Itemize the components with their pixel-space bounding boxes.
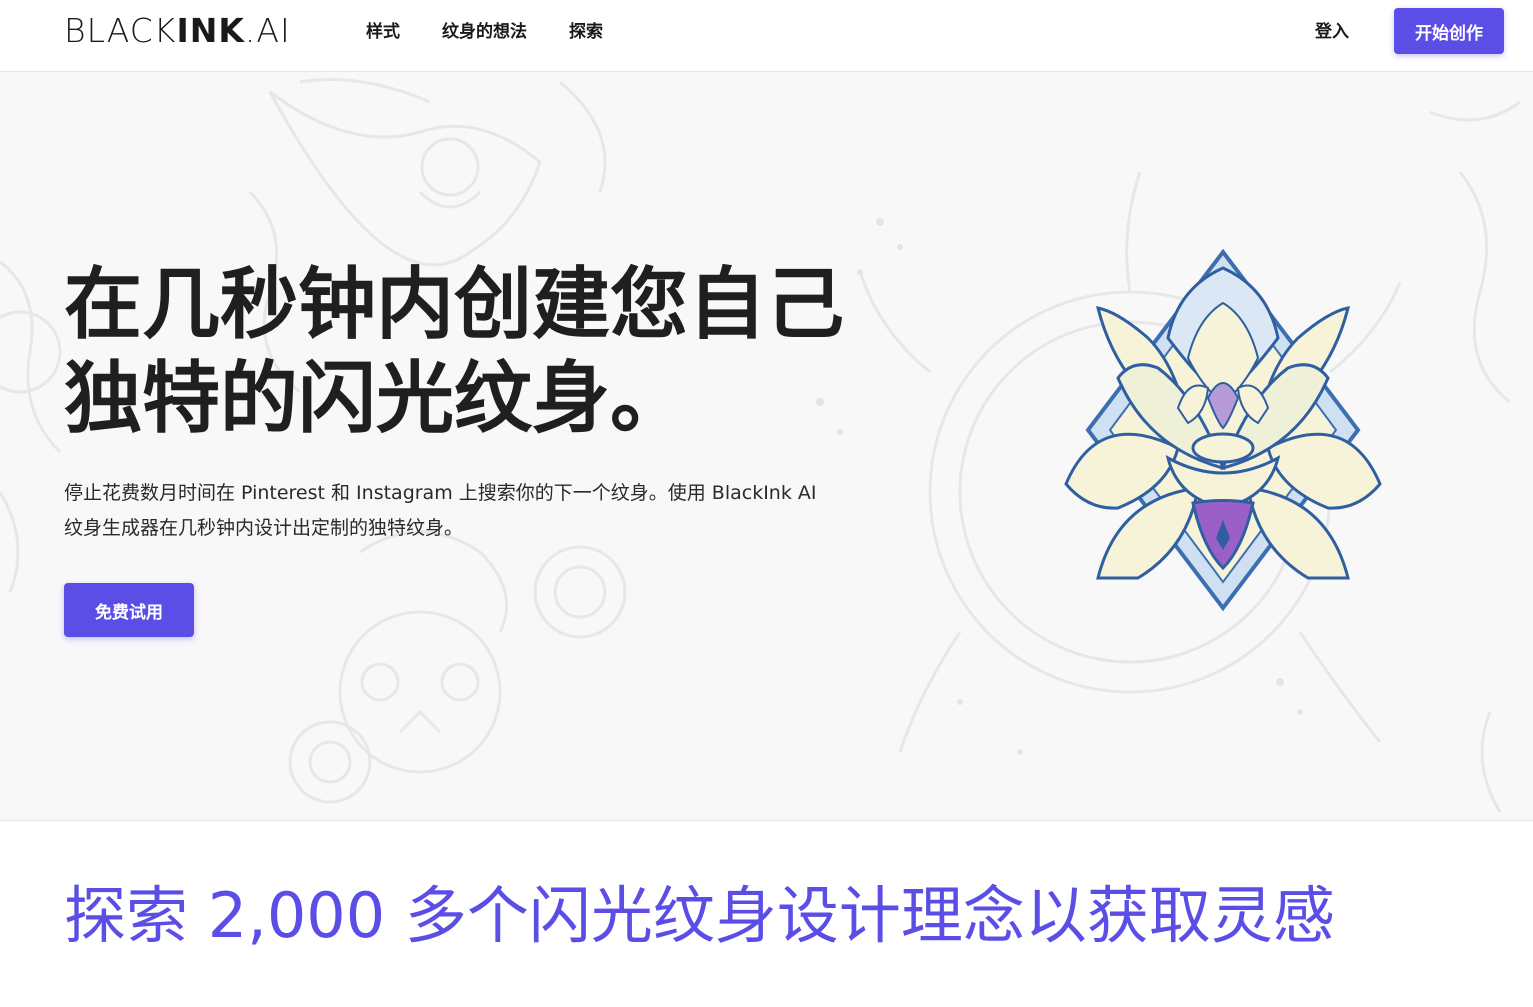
nav-item-explore[interactable]: 探索 — [569, 20, 603, 44]
explore-section-title: 探索 2,000 多个闪光纹身设计理念以获取灵感 — [64, 879, 1335, 952]
logo-light: BLACK — [64, 11, 177, 50]
nav-item-tattoo-ideas[interactable]: 纹身的想法 — [442, 20, 527, 44]
hero-title: 在几秒钟内创建您自己 独特的闪光纹身。 — [64, 258, 904, 446]
hero-description-line-1: 停止花费数月时间在 Pinterest 和 Instagram 上搜索你的下一个… — [64, 482, 817, 504]
logo[interactable]: BLACKINK.AI — [64, 12, 291, 50]
hero-title-line-1: 在几秒钟内创建您自己 — [64, 260, 845, 350]
start-creating-button[interactable]: 开始创作 — [1394, 8, 1504, 54]
nav-item-styles[interactable]: 样式 — [366, 20, 400, 44]
hero-section: 在几秒钟内创建您自己 独特的闪光纹身。 停止花费数月时间在 Pinterest … — [0, 72, 1533, 821]
lotus-tattoo-illustration — [1064, 248, 1382, 612]
hero-title-line-2: 独特的闪光纹身。 — [64, 354, 689, 444]
hero-description: 停止花费数月时间在 Pinterest 和 Instagram 上搜索你的下一个… — [64, 476, 864, 546]
login-link[interactable]: 登入 — [1315, 20, 1349, 44]
logo-suffix: .AI — [244, 11, 291, 50]
logo-bold: INK — [176, 11, 245, 50]
hero-description-line-2: 纹身生成器在几秒钟内设计出定制的独特纹身。 — [64, 517, 464, 539]
free-trial-button[interactable]: 免费试用 — [64, 583, 194, 637]
main-nav: 样式 纹身的想法 探索 — [366, 20, 645, 44]
site-header: BLACKINK.AI 样式 纹身的想法 探索 登入 开始创作 — [0, 0, 1533, 72]
